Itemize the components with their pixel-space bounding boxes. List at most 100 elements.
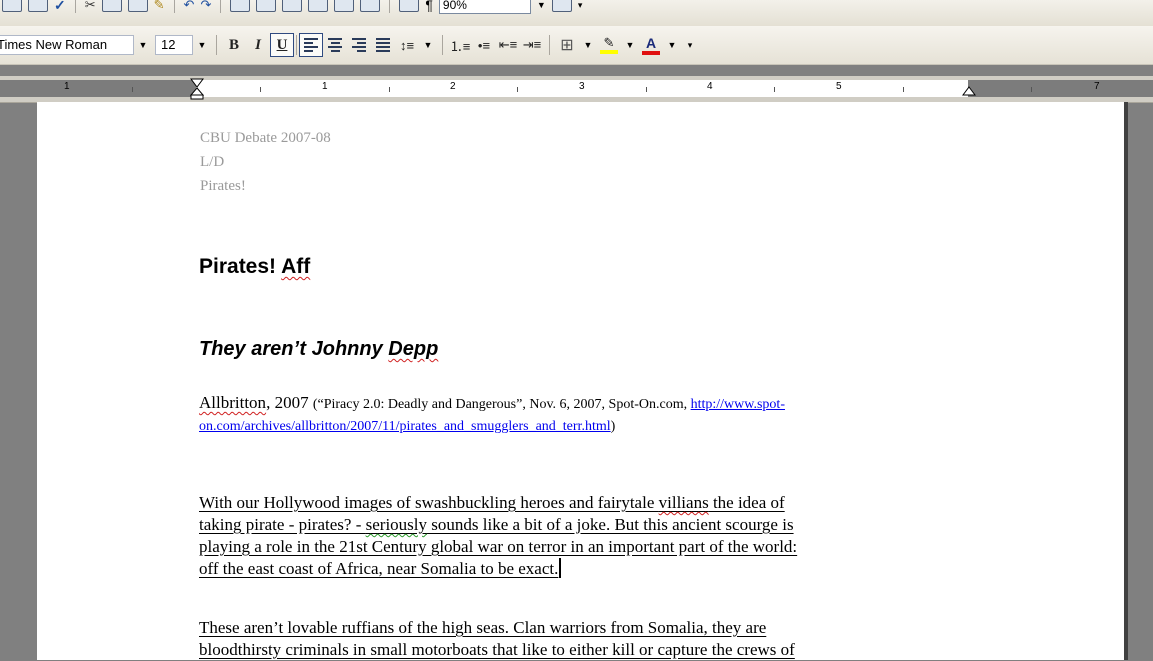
font-size-value: 12 xyxy=(161,37,176,52)
citation-detail: (“Piracy 2.0: Deadly and Dangerous”, Nov… xyxy=(312,397,691,412)
citation-author: Allbritton xyxy=(199,393,267,412)
columns-icon[interactable] xyxy=(334,0,355,12)
bold-button[interactable]: B xyxy=(222,33,246,57)
copy-icon[interactable] xyxy=(101,0,122,12)
standard-toolbar: ✓ ✂ ✎ ↶ ↷ ¶ 90% ▼ ▾ xyxy=(0,0,1153,26)
document-page[interactable]: CBU Debate 2007-08 L/D Pirates! Pirates!… xyxy=(37,102,1128,660)
decrease-indent-button[interactable]: ⇤≡ xyxy=(496,33,520,57)
ruler-number: 4 xyxy=(707,81,713,92)
font-name-box[interactable]: Times New Roman xyxy=(0,35,134,55)
toolbar-options-icon[interactable]: ▾ xyxy=(681,35,699,55)
show-hide-icon[interactable]: ¶ xyxy=(425,0,433,13)
highlight-button[interactable]: ✎ xyxy=(597,33,621,57)
cut-icon[interactable]: ✂ xyxy=(85,0,96,13)
toolbar-separator xyxy=(549,35,550,55)
right-indent-marker[interactable] xyxy=(962,86,976,98)
text-run: off the east coast of Africa, near Somal… xyxy=(199,559,559,578)
paragraph-line: taking pirate - pirates? - seriously sou… xyxy=(199,514,964,536)
italic-button[interactable]: I xyxy=(246,33,270,57)
formatting-toolbar: Times New Roman ▼ 12 ▼ B I U ↕≡ ▼ ⒈≡ •≡ … xyxy=(0,26,1153,65)
print-preview-icon[interactable] xyxy=(28,0,48,12)
document-map-icon[interactable] xyxy=(399,0,420,12)
paragraph-line: bloodthirsty criminals in small motorboa… xyxy=(199,640,795,659)
numbering-button[interactable]: ⒈≡ xyxy=(448,33,472,57)
first-line-indent-marker[interactable] xyxy=(190,78,204,100)
zoom-box[interactable]: 90% xyxy=(438,0,531,14)
insert-table-icon[interactable] xyxy=(282,0,303,12)
ruler-tick xyxy=(774,87,775,92)
help-icon[interactable] xyxy=(551,0,572,12)
toolbar-separator xyxy=(442,35,443,55)
ruler-number: 7 xyxy=(1094,81,1100,92)
center-button[interactable] xyxy=(323,33,347,57)
ruler-right-margin xyxy=(968,80,1153,97)
body-paragraph: These aren’t lovable ruffians of the hig… xyxy=(199,617,964,661)
font-size-box[interactable]: 12 xyxy=(155,35,193,55)
justify-icon xyxy=(376,38,390,52)
ruler-tick xyxy=(132,87,133,92)
toolbar-separator xyxy=(173,0,175,13)
spelling-icon[interactable]: ✓ xyxy=(54,0,66,14)
text-run: sounds like a bit of a joke. But this an… xyxy=(427,515,794,534)
citation-link[interactable]: http://www.spot- xyxy=(691,397,785,412)
underline-button[interactable]: U xyxy=(270,33,294,57)
justify-button[interactable] xyxy=(371,33,395,57)
tables-borders-icon[interactable] xyxy=(256,0,277,12)
ruler-number: 1 xyxy=(64,81,70,92)
hyperlink-icon[interactable] xyxy=(230,0,251,12)
heading-1-misspelled: Aff xyxy=(281,255,311,278)
heading-2-misspelled: Depp xyxy=(388,338,439,360)
highlight-color-swatch xyxy=(600,50,618,54)
citation-link[interactable]: on.com/archives/allbritton/2007/11/pirat… xyxy=(199,419,611,434)
ruler-number: 1 xyxy=(322,81,328,92)
heading-2: They aren’t Johnny Depp xyxy=(199,338,438,361)
citation-year: , 2007 xyxy=(266,393,313,412)
ruler-number: 5 xyxy=(836,81,842,92)
ruler-tick xyxy=(1031,87,1032,92)
ruler-number: 2 xyxy=(450,81,456,92)
line-spacing-button[interactable]: ↕≡ xyxy=(395,33,419,57)
format-painter-icon[interactable]: ✎ xyxy=(154,0,165,13)
font-size-dropdown-icon[interactable]: ▼ xyxy=(193,35,211,55)
print-icon[interactable] xyxy=(2,0,22,12)
ruler-tick xyxy=(517,87,518,92)
insert-excel-icon[interactable] xyxy=(308,0,329,12)
highlight-dropdown-icon[interactable]: ▼ xyxy=(621,35,639,55)
ruler-left-margin xyxy=(0,80,196,97)
align-right-icon xyxy=(352,38,366,52)
toolbar-separator xyxy=(296,35,297,55)
zoom-dropdown-icon[interactable]: ▼ xyxy=(537,0,546,10)
ruler-tick xyxy=(389,87,390,92)
ruler-tick xyxy=(903,87,904,92)
paragraph-line: off the east coast of Africa, near Somal… xyxy=(199,558,964,580)
toolbar-separator xyxy=(74,0,76,13)
text-run: With our Hollywood images of swashbuckli… xyxy=(199,493,659,512)
increase-indent-button[interactable]: ⇥≡ xyxy=(520,33,544,57)
misspelled-word: villians xyxy=(658,493,709,512)
horizontal-ruler[interactable]: 1 1 2 3 4 5 7 xyxy=(0,76,1153,103)
borders-button[interactable]: ⊞ xyxy=(555,33,579,57)
toolbar-options-icon[interactable]: ▾ xyxy=(578,0,583,11)
font-color-button[interactable]: A xyxy=(639,33,663,57)
borders-dropdown-icon[interactable]: ▼ xyxy=(579,35,597,55)
toolbar-separator xyxy=(389,0,391,13)
toolbar-separator xyxy=(216,35,217,55)
font-name-dropdown-icon[interactable]: ▼ xyxy=(134,35,152,55)
text-run: the idea of xyxy=(708,493,785,512)
bullets-button[interactable]: •≡ xyxy=(472,33,496,57)
grammar-flagged-word: seriously xyxy=(365,515,428,534)
align-right-button[interactable] xyxy=(347,33,371,57)
paste-icon[interactable] xyxy=(127,0,148,12)
undo-icon[interactable]: ↶ xyxy=(184,0,195,13)
citation: Allbritton, 2007 (“Piracy 2.0: Deadly an… xyxy=(199,392,959,438)
paragraph-line: With our Hollywood images of swashbuckli… xyxy=(199,492,964,514)
redo-icon[interactable]: ↷ xyxy=(200,0,211,13)
font-color-dropdown-icon[interactable]: ▼ xyxy=(663,35,681,55)
ruler-tick xyxy=(646,87,647,92)
highlighter-icon: ✎ xyxy=(603,35,615,50)
header-line: Pirates! xyxy=(200,178,246,194)
ruler-number: 3 xyxy=(579,81,585,92)
align-left-button[interactable] xyxy=(299,33,323,57)
line-spacing-dropdown-icon[interactable]: ▼ xyxy=(419,35,437,55)
drawing-icon[interactable] xyxy=(360,0,381,12)
